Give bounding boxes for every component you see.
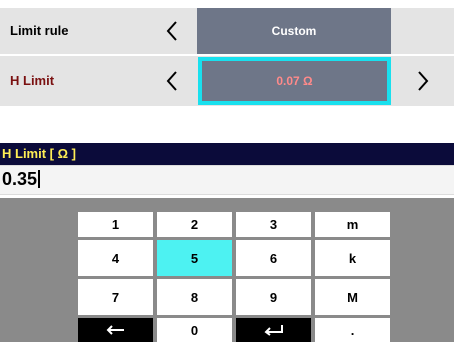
h-limit-next-button[interactable]: [392, 56, 454, 106]
backspace-arrow-icon: [106, 325, 124, 335]
backspace-key[interactable]: [78, 318, 153, 342]
h-limit-label: H Limit: [10, 73, 55, 88]
input-title: H Limit [ Ω ]: [0, 143, 454, 165]
chevron-left-icon: [166, 21, 177, 41]
h-limit-value[interactable]: 0.07 Ω: [198, 57, 391, 105]
limit-rule-value[interactable]: Custom: [197, 8, 391, 54]
key-1[interactable]: 1: [78, 212, 153, 237]
limit-rule-prev-button[interactable]: [148, 8, 196, 54]
key-9[interactable]: 9: [236, 279, 311, 315]
key-5[interactable]: 5: [157, 240, 232, 276]
enter-key[interactable]: [236, 318, 311, 342]
value-input-field[interactable]: 0.35: [0, 165, 454, 195]
text-cursor: [38, 170, 41, 188]
key-4[interactable]: 4: [78, 240, 153, 276]
enter-icon: [263, 325, 283, 336]
key-7[interactable]: 7: [78, 279, 153, 315]
chevron-right-icon: [418, 71, 429, 91]
key-m[interactable]: m: [315, 212, 390, 237]
key-decimal-point[interactable]: .: [315, 318, 390, 342]
chevron-left-icon: [166, 71, 177, 91]
key-6[interactable]: 6: [236, 240, 311, 276]
key-3[interactable]: 3: [236, 212, 311, 237]
limit-rule-label: Limit rule: [10, 23, 69, 38]
key-M[interactable]: M: [315, 279, 390, 315]
key-2[interactable]: 2: [157, 212, 232, 237]
key-0[interactable]: 0: [157, 318, 232, 342]
key-8[interactable]: 8: [157, 279, 232, 315]
input-value: 0.35: [2, 169, 38, 189]
key-k[interactable]: k: [315, 240, 390, 276]
h-limit-prev-button[interactable]: [148, 56, 196, 106]
